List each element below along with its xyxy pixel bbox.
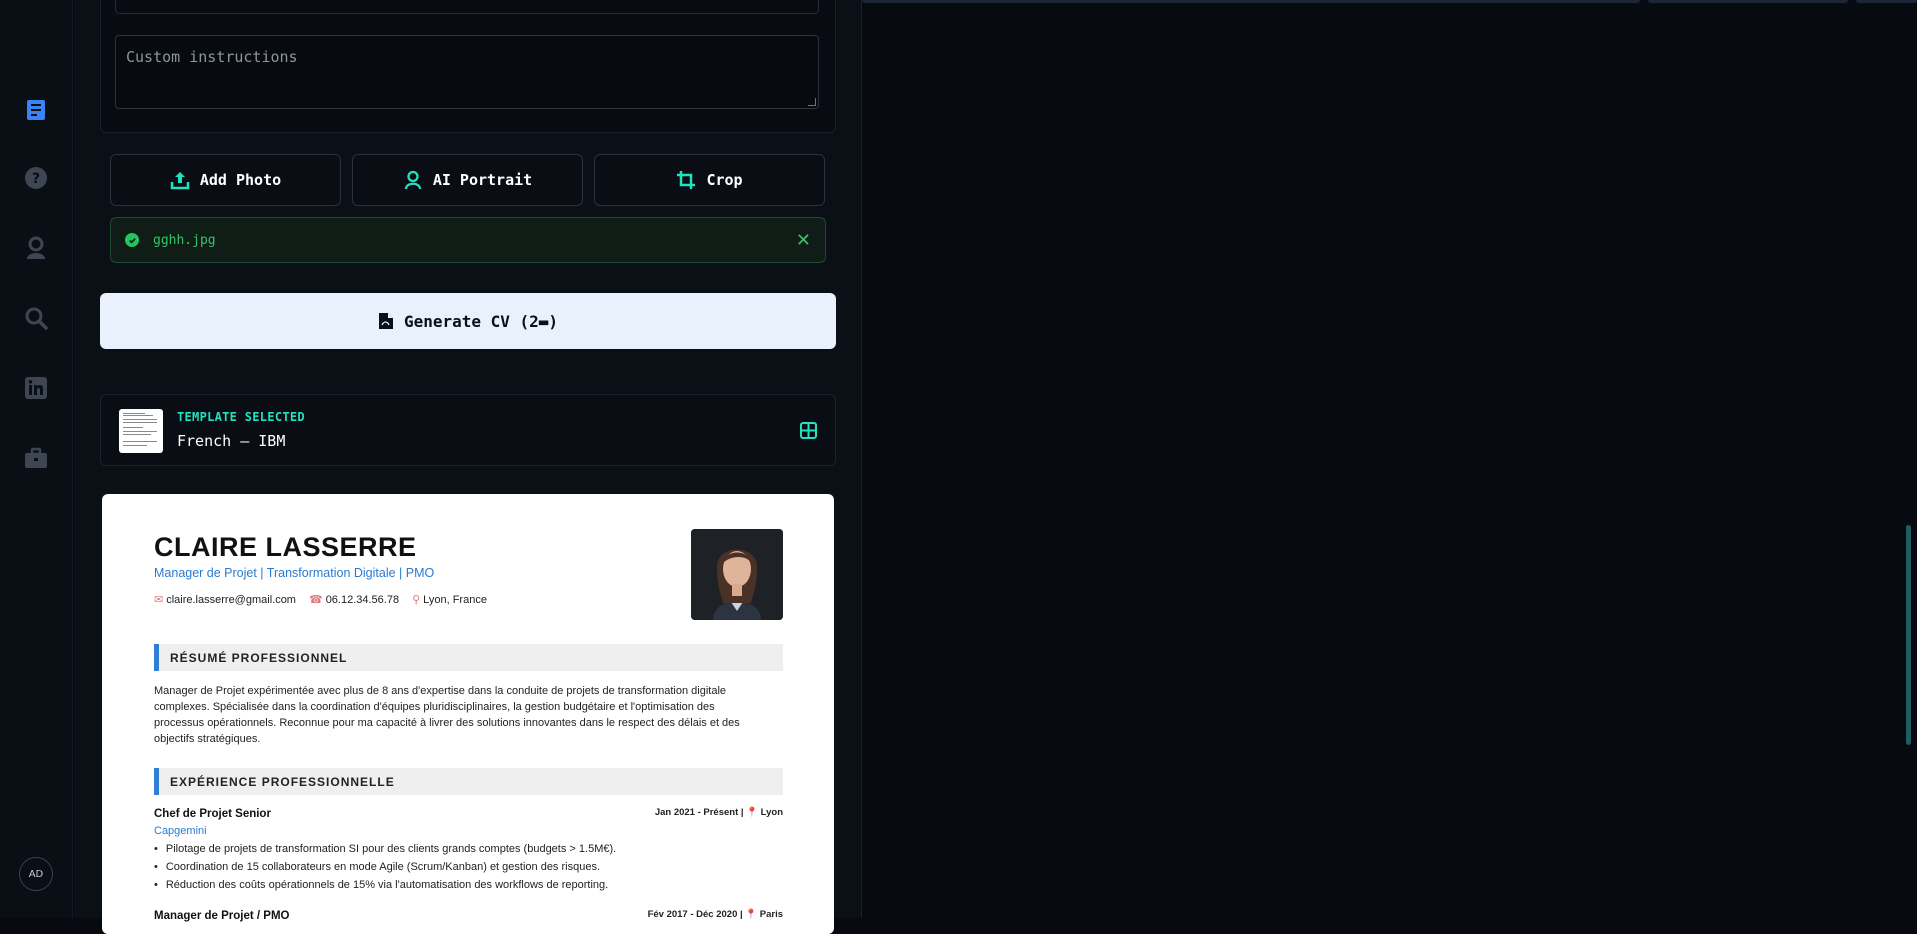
resize-handle[interactable] — [808, 98, 816, 106]
add-photo-button[interactable]: Add Photo — [110, 154, 341, 206]
uploaded-file-chip: gghh.jpg ✕ — [110, 217, 826, 263]
job-title: Chef de Projet Senior — [154, 808, 271, 820]
svg-text:?: ? — [32, 171, 40, 187]
previous-input-field[interactable] — [115, 0, 819, 14]
job-dates: Jan 2021 - Présent | 📍 Lyon — [654, 807, 783, 818]
crop-icon — [677, 171, 696, 189]
template-selected-card[interactable]: TEMPLATE SELECTED French — IBM — [100, 394, 836, 466]
custom-instructions-textarea[interactable]: Custom instructions — [115, 35, 819, 109]
cv-contact-line: ✉ claire.lasserre@gmail.com ☎ 06.12.34.56.… — [154, 593, 487, 606]
summary-text: Manager de Projet expérimentée avec plus… — [154, 685, 740, 745]
job-company: Capgemini — [154, 825, 207, 837]
job-dates: Fév 2017 - Déc 2020 | 📍 Paris — [647, 909, 783, 920]
generate-cv-label: Generate CV (2▬) — [403, 311, 559, 331]
cv-email: ✉ claire.lasserre@gmail.com — [154, 594, 296, 606]
icon-rail: ? AD — [0, 0, 73, 918]
upload-icon — [170, 172, 190, 190]
summary-heading: RÉSUMÉ PROFESSIONNEL — [154, 644, 783, 671]
job-bullet: Pilotage de projets de transformation SI… — [154, 843, 616, 855]
linkedin-icon[interactable] — [22, 374, 50, 402]
ai-portrait-button[interactable]: AI Portrait — [352, 154, 583, 206]
user-avatar[interactable]: AD — [19, 857, 53, 891]
cv-name: CLAIRE LASSERRE — [154, 532, 417, 562]
pdf-file-icon — [378, 313, 393, 329]
portrait-icon — [404, 170, 421, 190]
help-icon[interactable]: ? — [22, 164, 50, 192]
scrollbar-thumb[interactable] — [1906, 525, 1911, 745]
cv-preview: CLAIRE LASSERRE Manager de Projet | Tran… — [102, 494, 834, 934]
custom-instructions-placeholder: Custom instructions — [126, 48, 298, 66]
crop-label: Crop — [706, 171, 743, 189]
portrait-icon[interactable] — [22, 234, 50, 262]
resume-icon[interactable] — [22, 96, 50, 124]
generate-cv-button[interactable]: Generate CV (2▬) — [100, 293, 836, 349]
cv-headline: Manager de Projet | Transformation Digit… — [154, 566, 435, 580]
cv-phone: ☎ 06.12.34.56.78 — [308, 594, 400, 606]
add-photo-label: Add Photo — [199, 171, 282, 189]
crop-button[interactable]: Crop — [594, 154, 825, 206]
close-icon[interactable]: ✕ — [796, 230, 811, 251]
top-border — [862, 0, 1917, 3]
file-name: gghh.jpg — [153, 232, 216, 248]
experience-heading: EXPÉRIENCE PROFESSIONNELLE — [154, 768, 783, 795]
briefcase-icon[interactable] — [22, 444, 50, 472]
job-bullet: Réduction des coûts opérationnels de 15%… — [154, 879, 608, 891]
job-bullet: Coordination de 15 collaborateurs en mod… — [154, 861, 600, 873]
template-name: French — IBM — [177, 432, 286, 450]
template-thumbnail — [119, 409, 163, 453]
job-title: Manager de Projet / PMO — [154, 910, 290, 922]
cv-location: ⚲ Lyon, France — [412, 594, 487, 606]
ai-portrait-label: AI Portrait — [432, 171, 533, 189]
grid-icon[interactable] — [800, 422, 817, 439]
phone-icon: ☎ — [308, 594, 323, 606]
mail-icon: ✉ — [154, 594, 164, 606]
cv-portrait-photo — [691, 529, 783, 620]
search-icon[interactable] — [22, 304, 50, 332]
check-circle-icon — [125, 233, 139, 247]
template-selected-label: TEMPLATE SELECTED — [177, 410, 305, 424]
pin-icon: ⚲ — [412, 594, 421, 606]
